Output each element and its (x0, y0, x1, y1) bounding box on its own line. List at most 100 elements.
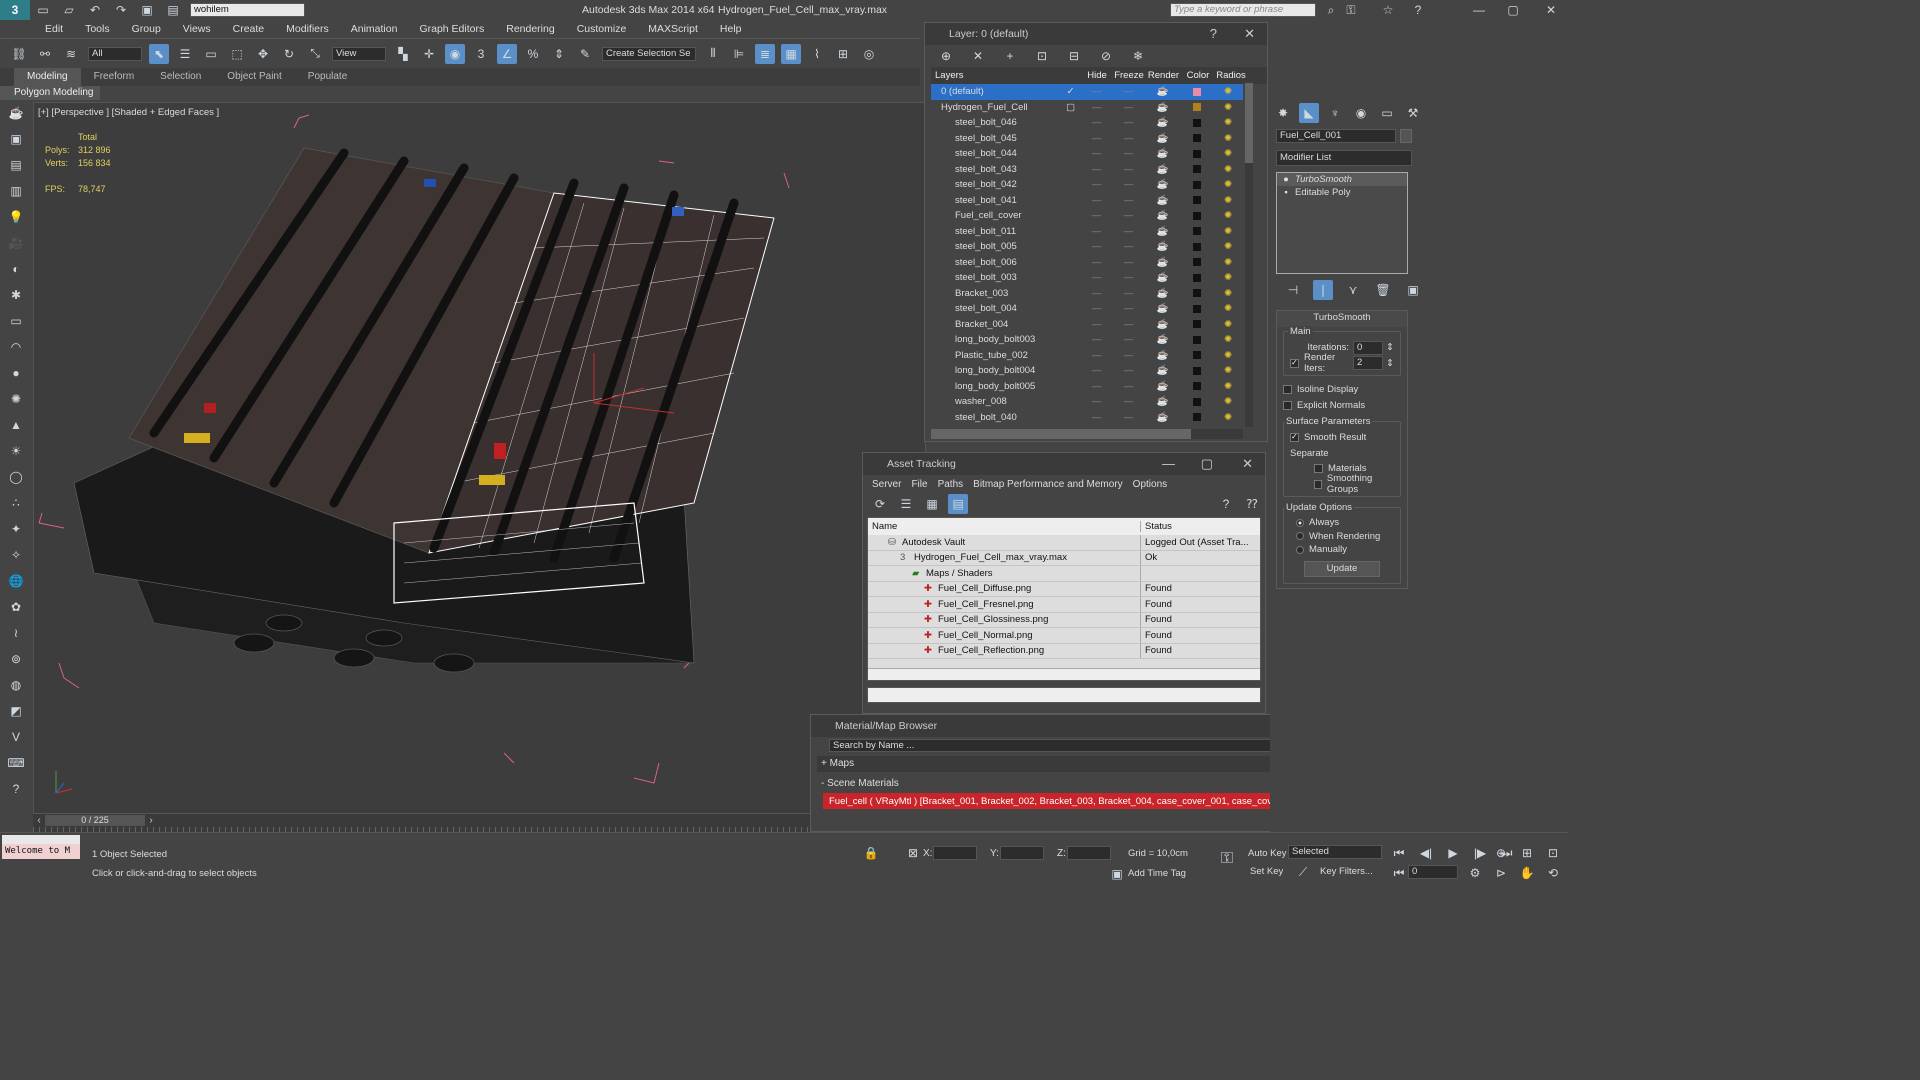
hide-toggle[interactable]: — (1081, 241, 1113, 252)
link-icon[interactable]: ⛓ (9, 44, 29, 64)
move-icon[interactable]: ✥ (253, 44, 273, 64)
add-to-layer-icon[interactable]: + (1000, 46, 1020, 66)
key-filters-button[interactable]: Key Filters... (1320, 866, 1373, 877)
render-teapot-icon[interactable]: ☕ (1144, 102, 1181, 113)
ribbon-toggle-icon[interactable]: ▦ (781, 43, 801, 64)
radiosity-icon[interactable]: ✺ (1213, 288, 1243, 299)
hide-toggle[interactable]: — (1081, 179, 1113, 190)
orbit-icon[interactable]: ⟲ (1543, 863, 1563, 883)
layer-row[interactable]: steel_bolt_043— — ☕ ✺ (931, 162, 1243, 178)
iterations-spinner[interactable]: 0 (1353, 340, 1384, 355)
menu-views[interactable]: Views (172, 20, 222, 38)
menu-graph-editors[interactable]: Graph Editors (408, 20, 495, 38)
make-unique-icon[interactable]: ⋎ (1343, 280, 1363, 300)
freeze-toggle[interactable]: — (1112, 117, 1144, 128)
layer-color-swatch[interactable] (1181, 335, 1213, 344)
light-bulb-icon[interactable]: 💡 (6, 210, 26, 230)
freeze-toggle[interactable]: — (1112, 365, 1144, 376)
render-teapot-icon[interactable]: ☕ (1144, 288, 1181, 299)
freeze-toggle[interactable]: — (1112, 272, 1144, 283)
freeze-toggle[interactable]: — (1112, 133, 1144, 144)
radiosity-icon[interactable]: ✺ (1213, 381, 1243, 392)
zoom-extents-icon[interactable]: ⊡ (1543, 843, 1563, 863)
undo-icon[interactable]: ↶ (85, 0, 105, 20)
x-coord-field[interactable] (933, 846, 977, 860)
hide-toggle[interactable]: — (1081, 334, 1113, 345)
layer-row[interactable]: long_body_bolt005— — ☕ ✺ (931, 379, 1243, 395)
pan-icon[interactable]: ✋ (1517, 863, 1537, 883)
help-query-icon-asset[interactable]: ⁇ (1242, 494, 1262, 514)
z-coord-field[interactable] (1067, 846, 1111, 860)
active-layer-check-icon[interactable]: ✓ (1061, 86, 1081, 97)
set-key-icon[interactable]: ⚿ (1217, 849, 1237, 869)
auto-key-button[interactable]: Auto Key (1248, 848, 1287, 859)
render-teapot-icon[interactable]: ☕ (1144, 257, 1181, 268)
maxscript-output[interactable] (2, 835, 80, 844)
asset-hscrollbar[interactable] (868, 668, 1260, 680)
highlight-layer-icon[interactable]: ⊟ (1064, 46, 1084, 66)
pin-stack-icon[interactable]: ⊣ (1283, 280, 1303, 300)
hide-toggle[interactable]: — (1081, 226, 1113, 237)
menu-modifiers[interactable]: Modifiers (275, 20, 340, 38)
script-icon[interactable]: ⌨ (6, 756, 26, 776)
add-time-tag-icon[interactable]: ▣ (1107, 864, 1127, 884)
radiosity-icon[interactable]: ✺ (1213, 365, 1243, 376)
sun-icon[interactable]: ☀ (6, 444, 26, 464)
menu-customize[interactable]: Customize (566, 20, 638, 38)
layer-row[interactable]: Hydrogen_Fuel_Cell ▢ — — ☕ ✺ (931, 100, 1243, 116)
new-layer-icon[interactable]: ⊕ (936, 46, 956, 66)
radiosity-icon[interactable]: ✺ (1213, 179, 1243, 190)
radiosity-icon[interactable]: ✺ (1213, 241, 1243, 252)
help-icon[interactable]: ? (1408, 0, 1428, 20)
freeze-toggle[interactable]: — (1112, 86, 1144, 97)
layer-manager-icon[interactable]: ≣ (755, 43, 775, 64)
layer-color-swatch[interactable] (1181, 134, 1213, 143)
prev-frame-arrow-icon[interactable]: ‹ (33, 815, 45, 826)
hide-toggle[interactable]: — (1081, 164, 1113, 175)
radiosity-icon[interactable]: ✺ (1213, 164, 1243, 175)
new-file-icon[interactable]: ▭ (33, 0, 53, 20)
redo-icon[interactable]: ↷ (111, 0, 131, 20)
teapot-icon[interactable]: ☕ (6, 106, 26, 126)
asset-row[interactable]: ✚ Fuel_Cell_Fresnel.png Found (868, 597, 1260, 613)
col-render[interactable]: Render (1145, 70, 1182, 81)
open-file-icon[interactable]: ▱ (59, 0, 79, 20)
object-color-swatch[interactable] (1400, 129, 1412, 143)
configure-sets-icon[interactable]: ▣ (1403, 280, 1423, 300)
select-in-layer-icon[interactable]: ⊡ (1032, 46, 1052, 66)
layer-row[interactable]: long_body_bolt004— — ☕ ✺ (931, 363, 1243, 379)
rect-selection-icon[interactable]: ▭ (201, 44, 221, 64)
fov-icon[interactable]: ⊳ (1491, 863, 1511, 883)
render-teapot-icon[interactable]: ☕ (1144, 164, 1181, 175)
sphere-icon[interactable]: ● (6, 366, 26, 386)
current-frame-field[interactable]: 0 (1408, 865, 1458, 879)
hide-toggle[interactable]: — (1081, 365, 1113, 376)
polygon-modeling-panel[interactable]: Polygon Modeling (0, 86, 100, 100)
time-slider[interactable]: ‹ 0 / 225 › (33, 814, 926, 827)
key-mode-toggle-icon[interactable]: ⏮ (1389, 863, 1409, 883)
hide-toggle[interactable]: — (1081, 210, 1113, 221)
asset-row[interactable]: ✚ Fuel_Cell_Normal.png Found (868, 628, 1260, 644)
update-button[interactable]: Update (1304, 560, 1380, 577)
radiosity-icon[interactable]: ✺ (1213, 102, 1243, 113)
menu-animation[interactable]: Animation (340, 20, 409, 38)
object-name-field[interactable]: Fuel_Cell_001 (1276, 129, 1396, 143)
layer-color-swatch[interactable] (1181, 103, 1213, 112)
asset-menu-bitmap[interactable]: Bitmap Performance and Memory (968, 479, 1128, 490)
maximize-icon-asset[interactable]: ▢ (1201, 453, 1213, 475)
asset-menu-file[interactable]: File (906, 479, 932, 490)
freeze-toggle[interactable]: — (1112, 164, 1144, 175)
render-teapot-icon[interactable]: ☕ (1144, 319, 1181, 330)
close-icon-asset[interactable]: ✕ (1242, 453, 1253, 475)
freeze-toggle[interactable]: — (1112, 303, 1144, 314)
render-teapot-icon[interactable]: ☕ (1144, 117, 1181, 128)
particle-icon[interactable]: ∴ (6, 496, 26, 516)
layer-color-swatch[interactable] (1181, 242, 1213, 251)
hair-icon[interactable]: ≀ (6, 626, 26, 646)
render-iters-spinner[interactable]: 2 (1353, 356, 1384, 371)
fuel-cell-model[interactable] (34, 103, 926, 814)
freeze-toggle[interactable]: — (1112, 381, 1144, 392)
rollout-title[interactable]: TurboSmooth (1277, 311, 1407, 327)
zoom-all-icon[interactable]: ⊞ (1517, 843, 1537, 863)
asset-row[interactable]: 3 Hydrogen_Fuel_Cell_max_vray.max Ok (868, 550, 1260, 566)
